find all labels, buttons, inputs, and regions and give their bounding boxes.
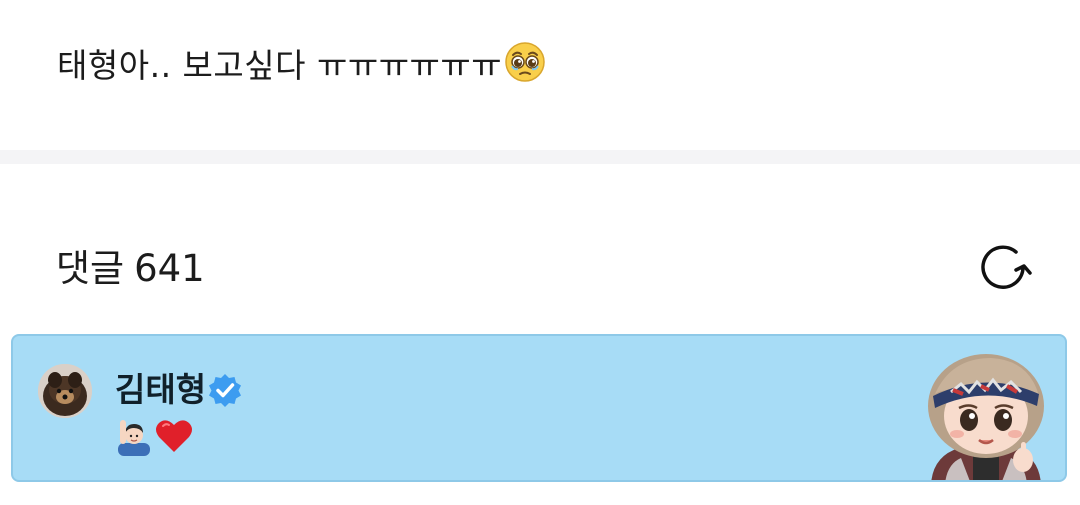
refresh-icon[interactable] [976, 242, 1032, 292]
comments-count: 641 [134, 247, 205, 290]
section-divider [0, 150, 1080, 164]
character-sticker [911, 348, 1061, 480]
red-heart-emoji-icon [154, 416, 194, 456]
comments-title: 댓글 641 [56, 248, 205, 290]
post-text: 태형아.. 보고싶다 ㅠㅠㅠㅠㅠㅠ [57, 46, 503, 85]
person-raising-hand-emoji-icon [116, 416, 152, 456]
refresh-button[interactable] [976, 242, 1032, 292]
pinned-comment-card[interactable]: 김태형 [11, 334, 1067, 482]
pleading-face-emoji-icon [504, 41, 546, 93]
avatar[interactable] [38, 364, 92, 418]
post-body: 태형아.. 보고싶다 ㅠㅠㅠㅠㅠㅠ [0, 0, 1080, 150]
comments-header: 댓글 641 [0, 164, 1080, 334]
comments-label: 댓글 [56, 247, 125, 290]
comment-body [116, 416, 194, 456]
comment-author[interactable]: 김태형 [115, 370, 206, 410]
verified-badge-icon [207, 372, 243, 408]
post-text-line: 태형아.. 보고싶다 ㅠㅠㅠㅠㅠㅠ [57, 41, 546, 93]
